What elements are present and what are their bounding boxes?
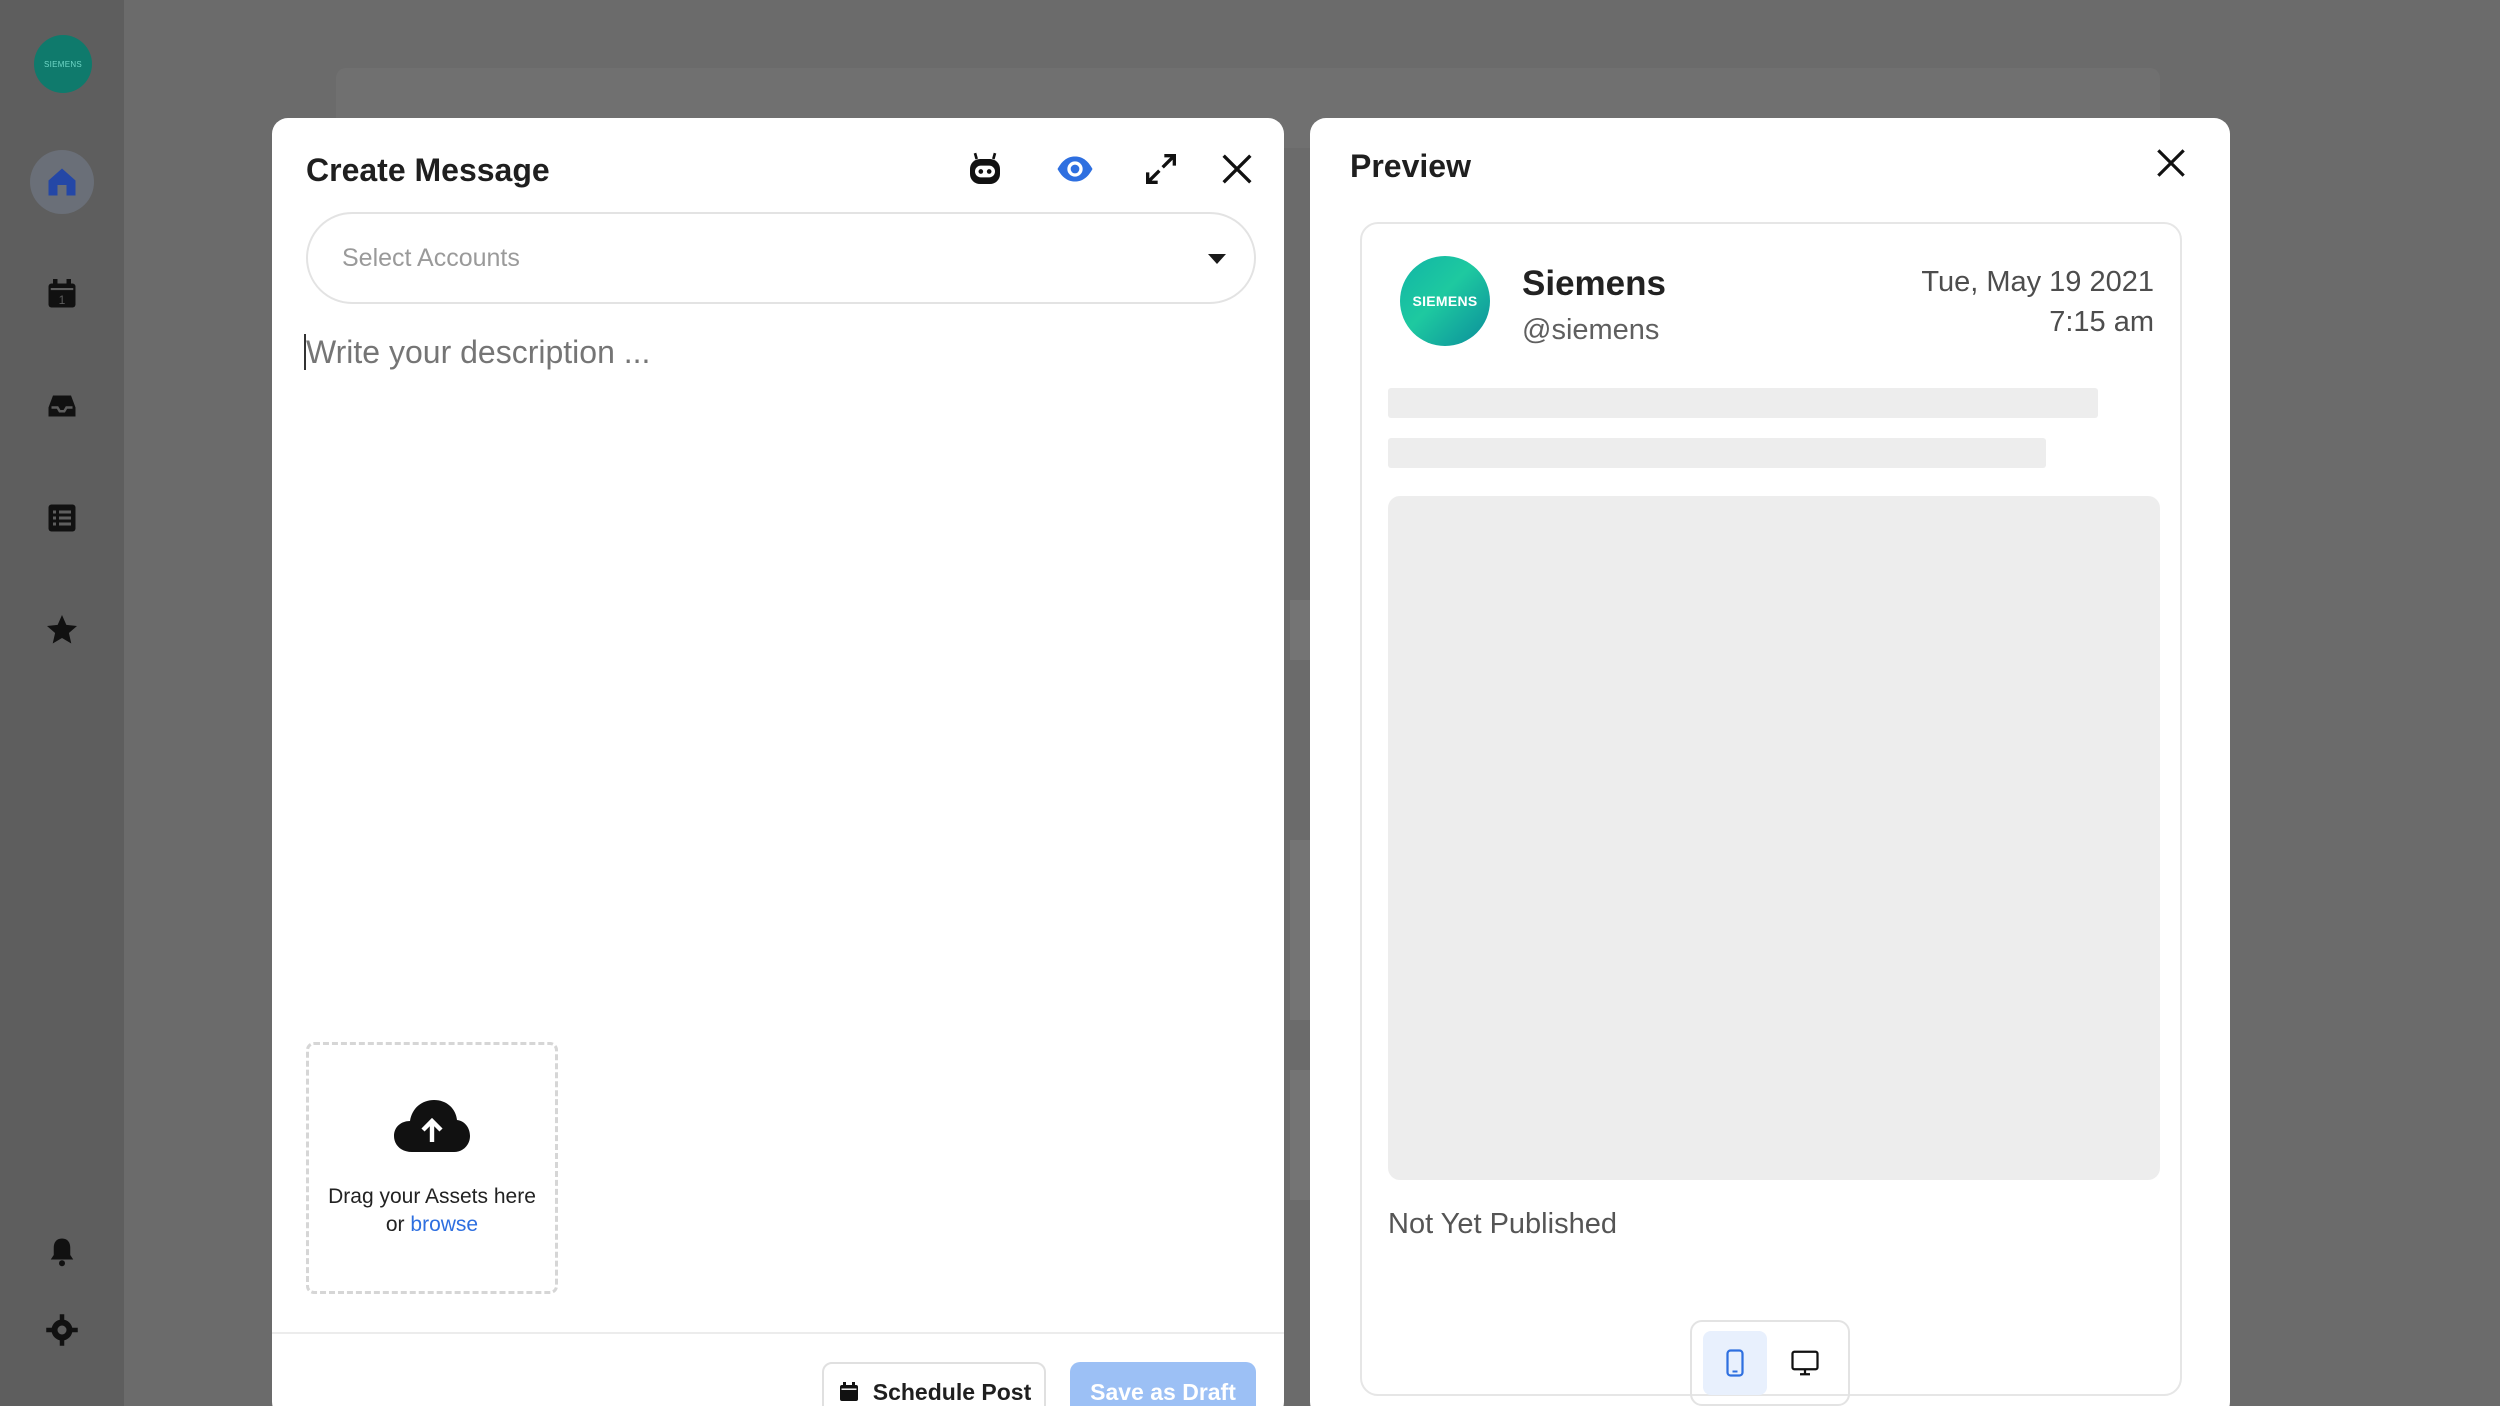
account-handle: @siemens xyxy=(1522,314,1660,346)
sidebar-item-home[interactable] xyxy=(30,150,94,214)
post-timestamp: Tue, May 19 2021 7:15 am xyxy=(1921,262,2154,342)
expand-icon xyxy=(1146,154,1176,184)
sidebar-item-list[interactable] xyxy=(30,486,94,550)
modal-title: Create Message xyxy=(306,152,550,188)
sidebar-item-notifications[interactable] xyxy=(30,1220,94,1284)
star-icon xyxy=(47,615,77,644)
text-placeholder-line xyxy=(1388,388,2098,418)
list-icon xyxy=(48,504,76,532)
home-icon xyxy=(48,168,76,196)
device-toggle xyxy=(1690,1320,1850,1406)
calendar-icon xyxy=(839,1382,858,1401)
calendar-icon: 1 xyxy=(48,279,76,308)
asset-dropzone[interactable]: Drag your Assets here or browse xyxy=(306,1042,558,1294)
brand-logo[interactable]: SIEMENS xyxy=(34,35,92,93)
mobile-view-button[interactable] xyxy=(1703,1331,1767,1395)
post-preview-card: SIEMENS Siemens @siemens Tue, May 19 202… xyxy=(1360,222,2182,1396)
sidebar-item-calendar[interactable]: 1 xyxy=(30,262,94,326)
bell-icon xyxy=(50,1238,74,1267)
create-message-modal: Create Message Select Accounts Write you… xyxy=(272,118,1284,1406)
expand-button[interactable] xyxy=(1138,146,1184,192)
inbox-icon xyxy=(48,395,76,417)
schedule-post-button[interactable]: Schedule Post xyxy=(822,1362,1046,1406)
cloud-upload-icon xyxy=(394,1100,470,1152)
close-icon xyxy=(1222,154,1252,184)
sidebar-item-inbox[interactable] xyxy=(30,374,94,438)
desktop-view-button[interactable] xyxy=(1773,1331,1837,1395)
post-date: Tue, May 19 2021 xyxy=(1921,266,2154,298)
save-draft-button[interactable]: Save as Draft xyxy=(1070,1362,1256,1406)
post-time: 7:15 am xyxy=(2049,306,2154,338)
browse-link[interactable]: browse xyxy=(410,1213,478,1236)
desktop-icon xyxy=(1791,1350,1819,1376)
schedule-post-label: Schedule Post xyxy=(872,1378,1032,1405)
text-placeholder-line xyxy=(1388,438,2046,468)
dropzone-text: Drag your Assets here or browse xyxy=(328,1185,536,1236)
publish-status: Not Yet Published xyxy=(1388,1208,1617,1240)
preview-panel: Preview SIEMENS Siemens @siemens Tue, Ma… xyxy=(1310,118,2230,1406)
preview-toggle-button[interactable] xyxy=(1052,146,1098,192)
eye-icon xyxy=(1057,156,1093,182)
select-accounts-dropdown[interactable]: Select Accounts xyxy=(306,212,1256,304)
avatar: SIEMENS xyxy=(1400,256,1490,346)
account-name: Siemens xyxy=(1522,264,1666,303)
sidebar-item-favorites[interactable] xyxy=(30,598,94,662)
sidebar: SIEMENS 1 xyxy=(0,0,124,1406)
ai-assistant-button[interactable] xyxy=(962,146,1008,192)
close-button[interactable] xyxy=(1214,146,1260,192)
gear-icon xyxy=(46,1314,78,1346)
description-input[interactable] xyxy=(306,334,1246,934)
close-icon xyxy=(2157,149,2185,177)
chevron-down-icon xyxy=(1208,254,1226,264)
select-accounts-placeholder: Select Accounts xyxy=(342,243,520,272)
media-placeholder xyxy=(1388,496,2160,1180)
bot-icon xyxy=(970,152,1000,184)
sidebar-item-settings[interactable] xyxy=(30,1298,94,1362)
svg-text:1: 1 xyxy=(59,293,66,307)
preview-title: Preview xyxy=(1350,148,1471,184)
footer-divider xyxy=(272,1332,1284,1334)
mobile-icon xyxy=(1726,1349,1744,1377)
preview-close-button[interactable] xyxy=(2148,140,2194,186)
text-cursor xyxy=(304,334,306,370)
